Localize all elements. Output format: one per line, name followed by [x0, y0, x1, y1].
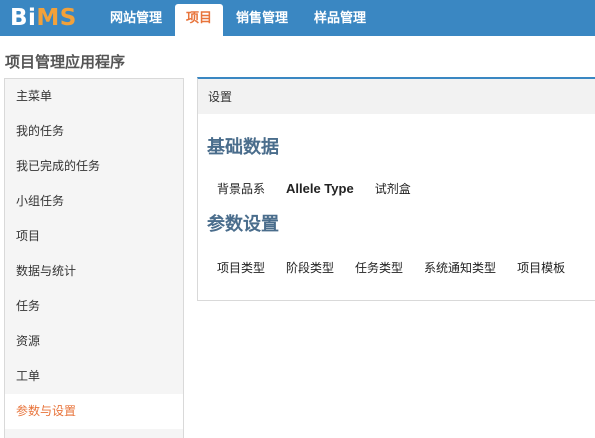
link-system-notification-type[interactable]: 系统通知类型 [424, 259, 496, 276]
link-allele-type[interactable]: Allele Type [286, 181, 354, 196]
link-reagent-kit[interactable]: 试剂盒 [375, 180, 411, 197]
link-project-template[interactable]: 项目模板 [517, 259, 565, 276]
sidebar-item-parameters-settings[interactable]: 参数与设置 [5, 394, 183, 429]
sidebar-item-projects[interactable]: 项目 [5, 219, 183, 254]
parameter-settings-links: 项目类型 阶段类型 任务类型 系统通知类型 项目模板 [217, 259, 586, 276]
sidebar-item-main-menu[interactable]: 主菜单 [5, 79, 183, 114]
sidebar-item-work-orders[interactable]: 工单 [5, 359, 183, 394]
panel-header: 设置 [198, 79, 595, 114]
settings-panel: 设置 基础数据 背景品系 Allele Type 试剂盒 参数设置 项目类型 阶… [197, 77, 595, 301]
sidebar-item-resources[interactable]: 资源 [5, 324, 183, 359]
sidebar-item-completed-tasks[interactable]: 我已完成的任务 [5, 149, 183, 184]
top-nav-bar: Bi MS 网站管理 项目 销售管理 样品管理 [0, 0, 595, 36]
nav-item-projects[interactable]: 项目 [175, 4, 224, 36]
sidebar-item-my-tasks[interactable]: 我的任务 [5, 114, 183, 149]
link-task-type[interactable]: 任务类型 [355, 259, 403, 276]
page-title: 项目管理应用程序 [5, 53, 126, 71]
basic-data-links: 背景品系 Allele Type 试剂盒 [217, 180, 432, 197]
section-title-parameter-settings: 参数设置 [207, 214, 279, 235]
main-nav: 网站管理 项目 销售管理 样品管理 [97, 0, 379, 36]
section-title-basic-data: 基础数据 [207, 137, 279, 158]
sidebar-menu: 主菜单 我的任务 我已完成的任务 小组任务 项目 数据与统计 任务 资源 工单 … [4, 78, 184, 438]
sidebar-item-data-statistics[interactable]: 数据与统计 [5, 254, 183, 289]
logo-text-accent: MS [36, 5, 77, 31]
sidebar-item-group-tasks[interactable]: 小组任务 [5, 184, 183, 219]
link-project-type[interactable]: 项目类型 [217, 259, 265, 276]
logo-text-main: Bi [10, 5, 37, 31]
nav-item-website-management[interactable]: 网站管理 [97, 0, 175, 36]
nav-item-sample-management[interactable]: 样品管理 [301, 0, 379, 36]
bims-logo[interactable]: Bi MS [10, 0, 77, 36]
link-stage-type[interactable]: 阶段类型 [286, 259, 334, 276]
link-background-strain[interactable]: 背景品系 [217, 180, 265, 197]
sidebar-item-tasks[interactable]: 任务 [5, 289, 183, 324]
nav-item-sales-management[interactable]: 销售管理 [223, 0, 301, 36]
